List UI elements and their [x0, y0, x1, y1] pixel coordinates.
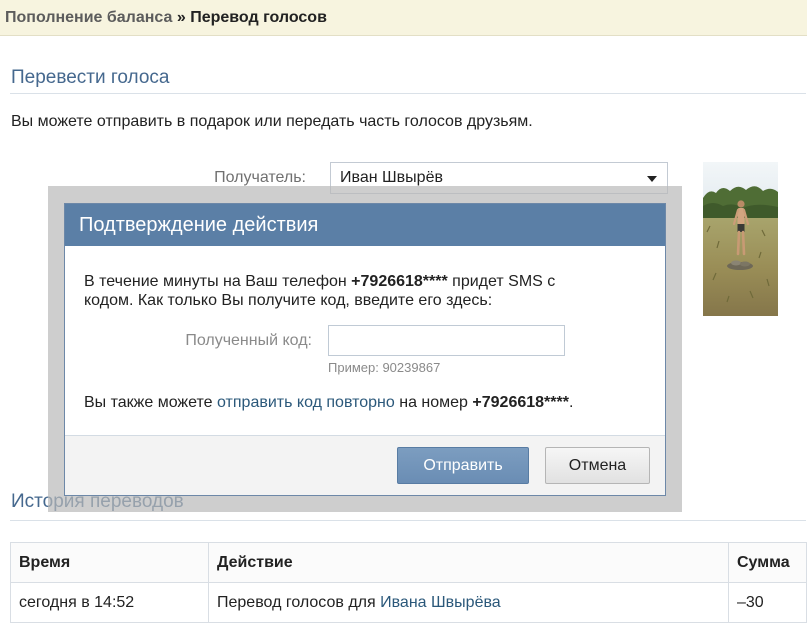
dialog-intro-line-1: В течение минуты на Ваш телефон +7926618… [84, 272, 555, 291]
masked-phone-number: +7926618**** [351, 273, 448, 290]
history-table: Время Действие Сумма сегодня в 14:52 Пер… [10, 542, 807, 623]
dialog-title: Подтверждение действия [79, 214, 319, 236]
transfer-section-title: Перевести голоса [11, 67, 170, 88]
recipient-label: Получатель: [214, 169, 306, 186]
transfer-time: сегодня в 14:52 [10, 582, 209, 623]
dialog-header: Подтверждение действия [65, 204, 665, 246]
transfer-action: Перевод голосов для Ивана Швырёва [208, 582, 729, 623]
column-header-time: Время [10, 542, 209, 583]
dialog-intro-line-2: кодом. Как только Вы получите код, введи… [84, 292, 493, 309]
table-header-row: Время Действие Сумма [10, 542, 807, 583]
breadcrumb-current: Перевод голосов [190, 9, 327, 26]
transfer-description: Вы можете отправить в подарок или переда… [11, 113, 533, 130]
breadcrumb-separator: » [176, 9, 186, 26]
code-label: Полученный код: [185, 332, 312, 349]
code-input[interactable] [328, 325, 565, 356]
table-row: сегодня в 14:52 Перевод голосов для Иван… [10, 582, 807, 623]
breadcrumb-bar: Пополнение баланса » Перевод голосов [0, 0, 807, 36]
confirm-dialog: Подтверждение действия В течение минуты … [64, 203, 666, 496]
dialog-footer: Отправить Отмена [65, 435, 665, 495]
transfer-action-text: Перевод голосов для [217, 593, 376, 611]
resend-phone-number: +7926618**** [472, 394, 569, 411]
transfer-section-divider [10, 93, 806, 94]
transfer-amount: –30 [728, 582, 807, 623]
dialog-intro-text: В течение минуты на Ваш телефон [84, 273, 347, 290]
history-section-divider [10, 520, 806, 521]
resend-code-link[interactable]: отправить код повторно [217, 394, 395, 411]
resend-text-middle: на номер [399, 394, 468, 411]
resend-text-end: . [568, 394, 574, 411]
column-header-action: Действие [208, 542, 729, 583]
column-header-amount: Сумма [728, 542, 807, 583]
code-example-hint: Пример: 90239867 [328, 360, 441, 375]
send-button[interactable]: Отправить [397, 447, 529, 484]
chevron-down-icon[interactable] [647, 176, 657, 182]
breadcrumb-link-balance[interactable]: Пополнение баланса [5, 9, 172, 26]
breadcrumb: Пополнение баланса » Перевод голосов [5, 8, 327, 28]
resend-line: Вы также можете отправить код повторно н… [84, 393, 573, 412]
recipient-photo[interactable] [703, 162, 778, 316]
dialog-intro-text-continued: придет SMS с [452, 273, 556, 290]
resend-text: Вы также можете [84, 394, 213, 411]
cancel-button[interactable]: Отмена [545, 447, 650, 484]
recipient-profile-link[interactable]: Ивана Швырёва [380, 594, 501, 611]
